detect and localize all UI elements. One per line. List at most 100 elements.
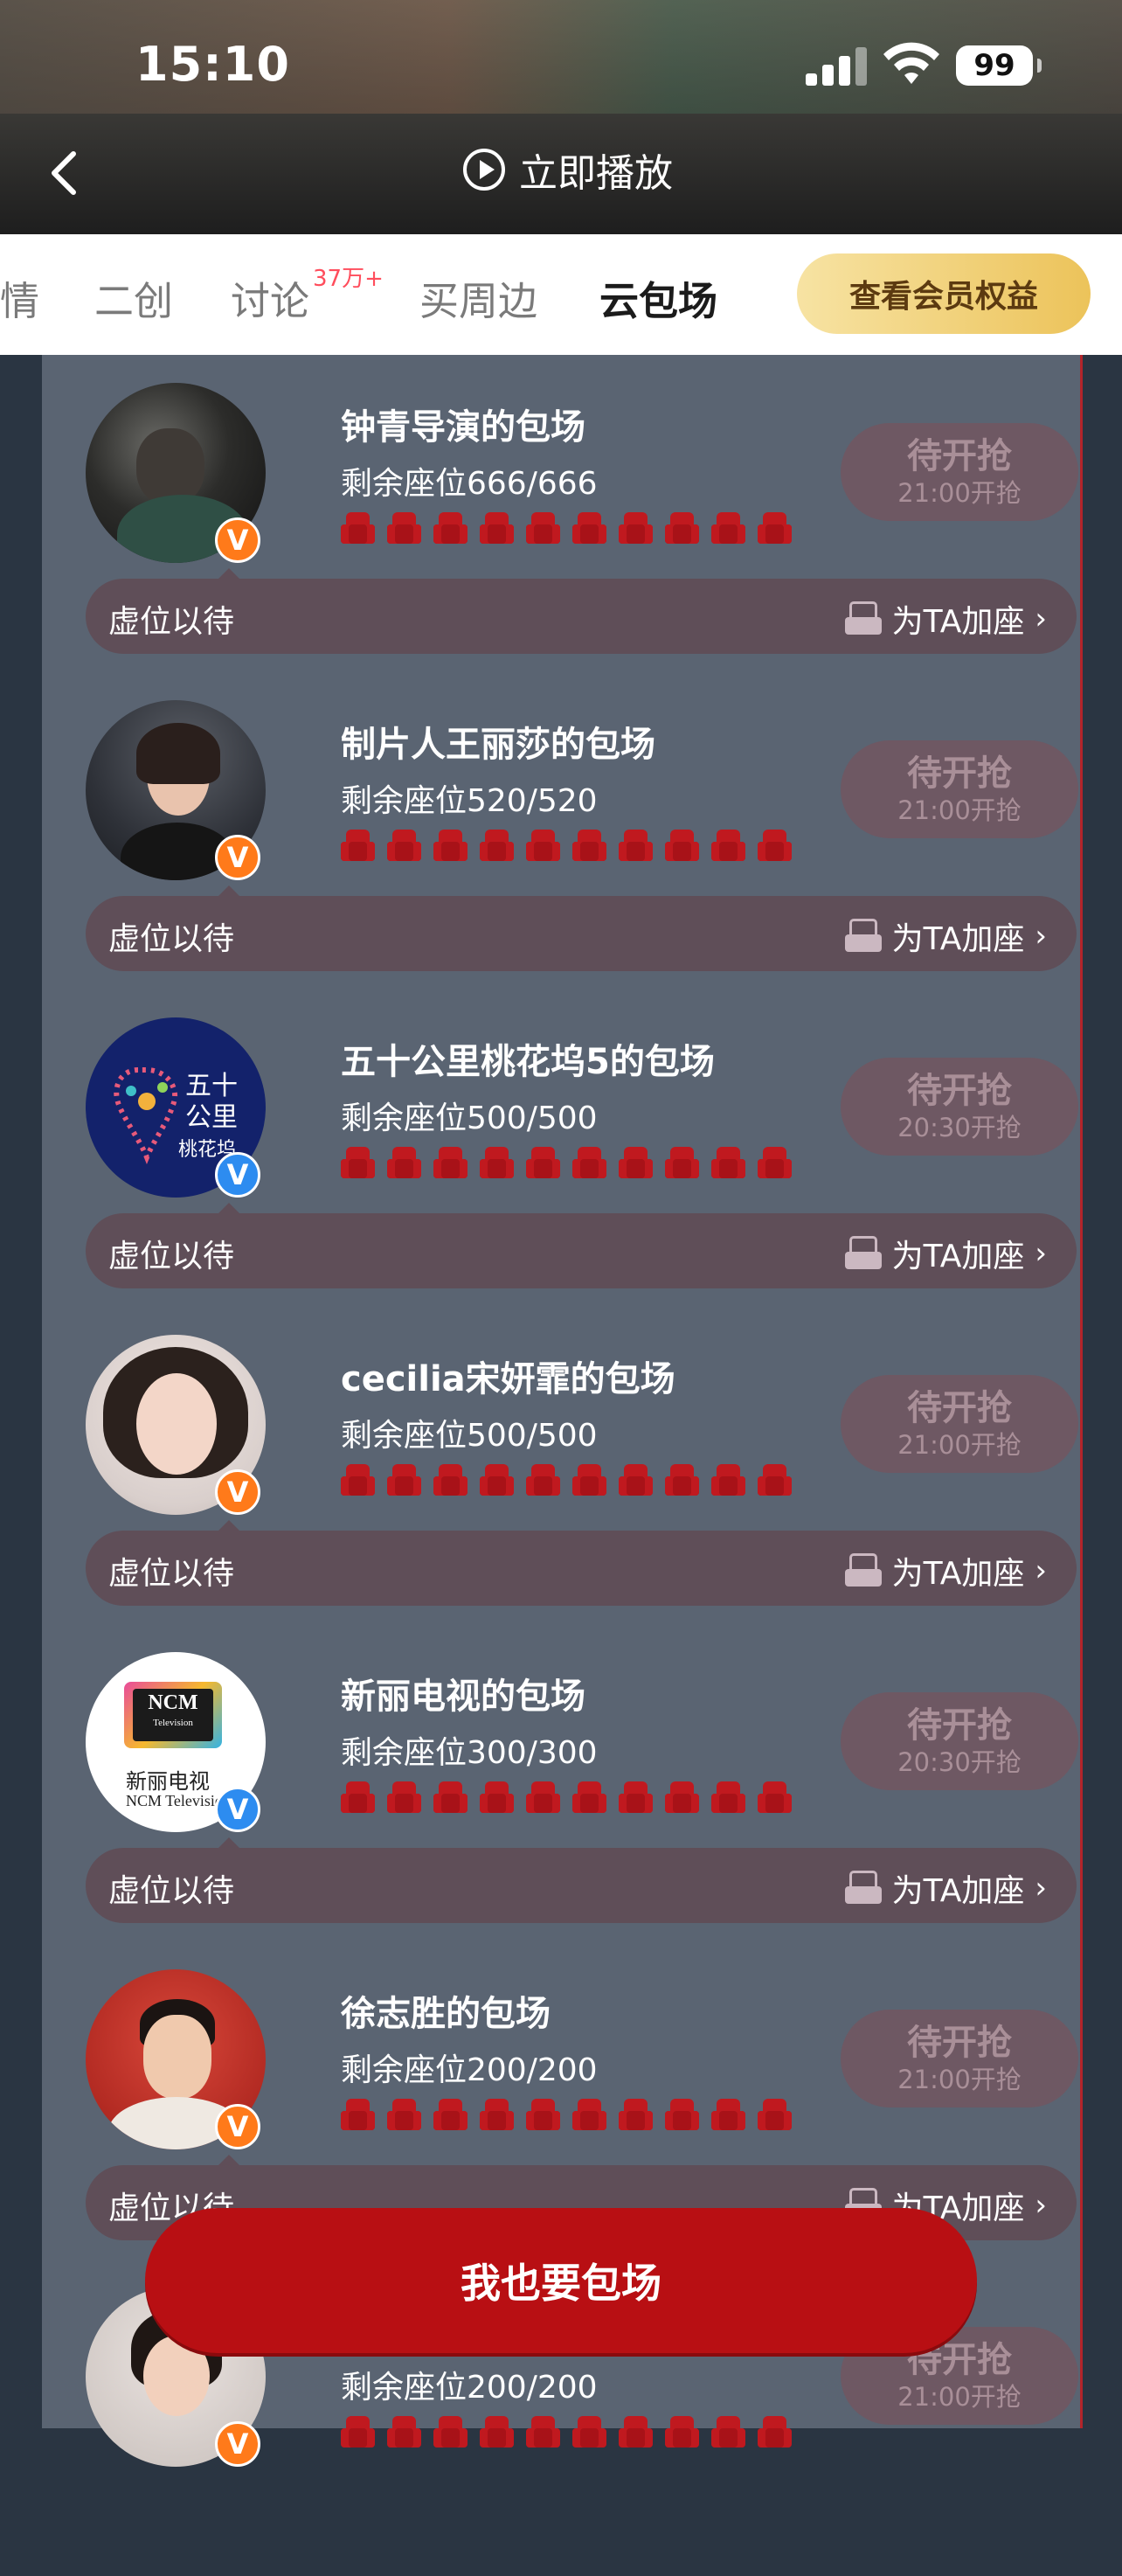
- seat-icon: [572, 2099, 606, 2130]
- logo-text-line1: 五十: [185, 1071, 238, 1101]
- seat-icon: [758, 1147, 792, 1178]
- seat-icon: [387, 512, 421, 544]
- seat-bar: 虚位以待 为TA加座 ›: [86, 1203, 1077, 1288]
- tab-merch[interactable]: 买周边: [419, 269, 537, 326]
- add-seat-button[interactable]: 为TA加座 ›: [844, 1865, 1047, 1911]
- seat-icon: [526, 830, 560, 861]
- grab-button[interactable]: 待开抢 21:00开抢: [841, 423, 1078, 521]
- seat-bar-status: 虚位以待: [108, 1556, 235, 1592]
- play-circle-icon: [463, 149, 505, 191]
- seat-icon: [711, 2416, 745, 2448]
- tab-detail[interactable]: 情: [0, 269, 39, 326]
- seat-bar: 虚位以待 为TA加座 ›: [86, 885, 1077, 971]
- seat-icon: [619, 1464, 653, 1496]
- tab-discussion[interactable]: 讨论: [231, 269, 309, 326]
- chevron-right-icon: ›: [1035, 1236, 1047, 1271]
- seat-icon: [526, 1781, 560, 1813]
- seat-icon: [526, 1464, 560, 1496]
- add-seat-icon: [844, 601, 882, 636]
- seat-icon: [480, 1147, 514, 1178]
- seat-icon-row: [341, 1781, 795, 1816]
- seat-icon: [480, 2416, 514, 2448]
- verified-v-icon: V: [215, 835, 260, 880]
- seat-icon: [433, 1464, 468, 1496]
- seat-icon: [480, 830, 514, 861]
- verified-v-icon: V: [215, 1469, 260, 1515]
- chevron-right-icon: ›: [1035, 2188, 1047, 2223]
- seat-icon: [619, 512, 653, 544]
- list-item[interactable]: NCM Television 新丽电视 NCM Television V 新丽电…: [86, 1624, 1078, 1941]
- play-now-label: 立即播放: [519, 151, 673, 196]
- seat-icon-row: [341, 2099, 795, 2134]
- seat-bar: 虚位以待 为TA加座 ›: [86, 1837, 1077, 1923]
- add-seat-button[interactable]: 为TA加座 ›: [844, 913, 1047, 959]
- chevron-right-icon: ›: [1035, 919, 1047, 954]
- seat-icon: [572, 2416, 606, 2448]
- list-item[interactable]: 五十 公里 桃花坞 V 五十公里桃花坞5的包场 剩余座位500/500 待开抢 …: [86, 989, 1078, 1307]
- list-item[interactable]: V 钟青导演的包场 剩余座位666/666 待开抢 21:00开抢 虚位以待 为…: [86, 355, 1078, 672]
- seat-icon: [387, 2099, 421, 2130]
- seat-icon: [433, 1781, 468, 1813]
- seat-icon: [480, 1464, 514, 1496]
- add-seat-icon: [844, 1553, 882, 1588]
- seat-icon: [341, 2416, 375, 2448]
- add-seat-label: 为TA加座: [891, 604, 1025, 640]
- seat-icon: [619, 1781, 653, 1813]
- seat-bar-status: 虚位以待: [108, 1239, 235, 1274]
- create-screening-button[interactable]: 我也要包场: [145, 2208, 977, 2353]
- seat-icon: [433, 1147, 468, 1178]
- seat-icon: [665, 1147, 699, 1178]
- tab-derivative[interactable]: 二创: [94, 269, 173, 326]
- grab-button[interactable]: 待开抢 20:30开抢: [841, 1692, 1078, 1790]
- grab-button[interactable]: 待开抢 21:00开抢: [841, 740, 1078, 838]
- seat-icon: [572, 512, 606, 544]
- screening-title: cecilia宋妍霏的包场: [341, 1359, 675, 1399]
- ncm-logo-subtext: Television: [153, 1718, 193, 1728]
- play-now-button[interactable]: 立即播放: [463, 142, 673, 198]
- screening-title: 钟青导演的包场: [341, 407, 585, 448]
- seat-icon: [387, 1464, 421, 1496]
- grab-button[interactable]: 待开抢 20:30开抢: [841, 1058, 1078, 1156]
- seats-remaining: 剩余座位666/666: [341, 466, 598, 502]
- grab-label: 待开抢: [907, 1705, 1012, 1746]
- ncm-logo-inner: NCM Television: [133, 1689, 213, 1741]
- seat-icon: [433, 2099, 468, 2130]
- grab-time: 21:00开抢: [897, 2382, 1022, 2412]
- seat-icon: [341, 2099, 375, 2130]
- seat-icon: [711, 1464, 745, 1496]
- back-chevron-icon[interactable]: [40, 142, 89, 203]
- add-seat-button[interactable]: 为TA加座 ›: [844, 1548, 1047, 1594]
- screening-title: 五十公里桃花坞5的包场: [341, 1042, 715, 1082]
- add-seat-button[interactable]: 为TA加座 ›: [844, 1231, 1047, 1276]
- list-item[interactable]: V 制片人王丽莎的包场 剩余座位520/520 待开抢 21:00开抢 虚位以待…: [86, 672, 1078, 989]
- seat-icon: [387, 1147, 421, 1178]
- grab-button[interactable]: 待开抢 21:00开抢: [841, 1375, 1078, 1473]
- list-item[interactable]: V cecilia宋妍霏的包场 剩余座位500/500 待开抢 21:00开抢 …: [86, 1307, 1078, 1624]
- grab-label: 待开抢: [907, 753, 1012, 794]
- grab-label: 待开抢: [907, 2023, 1012, 2063]
- member-benefits-button[interactable]: 查看会员权益: [797, 253, 1091, 334]
- seats-remaining: 剩余座位500/500: [341, 1418, 598, 1454]
- wifi-icon: [883, 42, 939, 84]
- add-seat-button[interactable]: 为TA加座 ›: [844, 596, 1047, 642]
- battery-indicator: 99: [956, 45, 1042, 86]
- verified-v-icon: V: [215, 517, 260, 563]
- seat-icon: [433, 512, 468, 544]
- logo-text-line2: 公里: [185, 1102, 238, 1133]
- grab-time: 21:00开抢: [897, 478, 1022, 508]
- grab-time: 20:30开抢: [897, 1747, 1022, 1777]
- avatar-face-shape: [143, 2015, 211, 2099]
- grab-label: 待开抢: [907, 436, 1012, 476]
- verified-v-icon: V: [215, 1787, 260, 1832]
- screening-list: V 钟青导演的包场 剩余座位666/666 待开抢 21:00开抢 虚位以待 为…: [42, 355, 1083, 2467]
- seat-icon: [341, 1781, 375, 1813]
- seat-icon-row: [341, 1464, 795, 1499]
- grab-time: 21:00开抢: [897, 795, 1022, 825]
- grab-button[interactable]: 待开抢 21:00开抢: [841, 2010, 1078, 2107]
- seat-icon-row: [341, 512, 795, 547]
- tab-cloud-screening[interactable]: 云包场: [599, 269, 717, 326]
- add-seat-label: 为TA加座: [891, 1239, 1025, 1274]
- seat-icon: [341, 512, 375, 544]
- seat-icon: [480, 2099, 514, 2130]
- seat-icon: [758, 512, 792, 544]
